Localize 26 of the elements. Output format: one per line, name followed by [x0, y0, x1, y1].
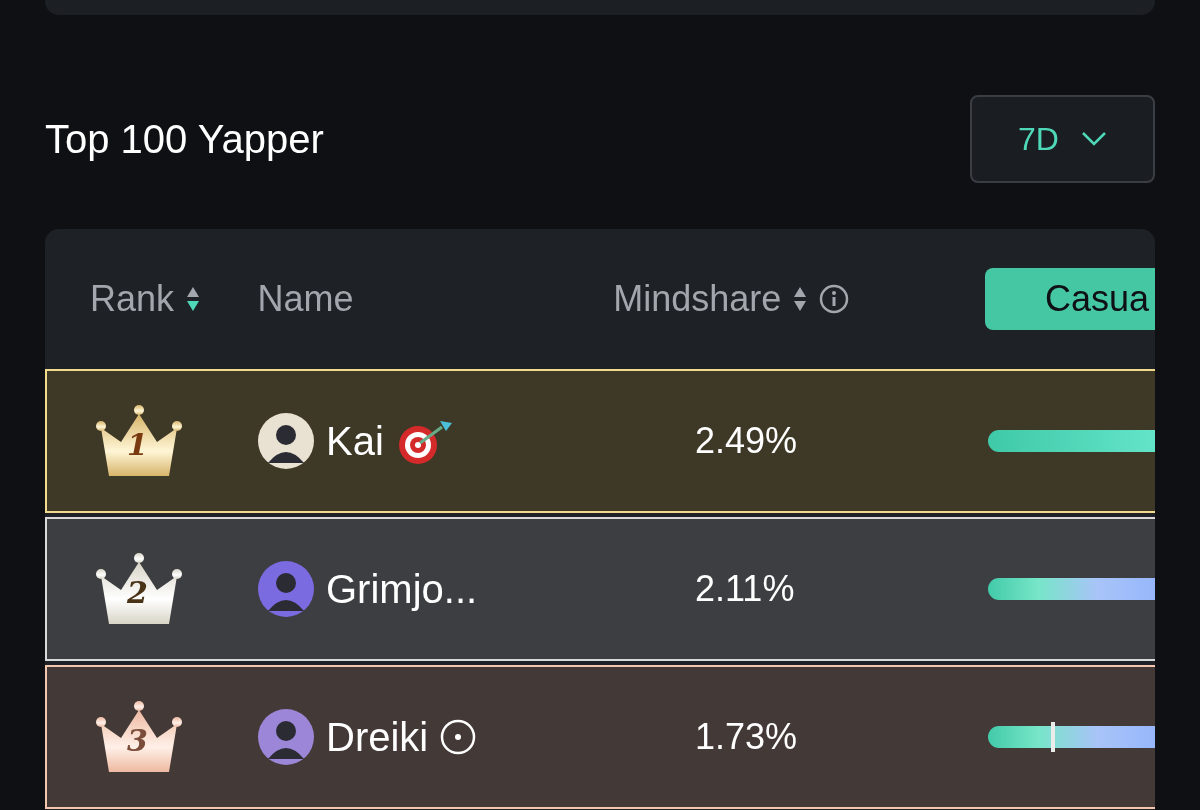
- user-name[interactable]: Dreiki: [326, 714, 429, 760]
- leaderboard-row[interactable]: 3 Dreiki 1.73%: [45, 665, 1155, 809]
- leaderboard-row[interactable]: 1 Kai 2.49%: [45, 369, 1155, 513]
- column-header[interactable]: Mindshare: [613, 278, 782, 320]
- chevron-down-icon: [1080, 131, 1107, 147]
- rank-number: 1: [127, 430, 148, 460]
- rank-number: 3: [127, 726, 148, 756]
- section-title: Top 100 Yapper: [45, 116, 324, 162]
- sort-icon[interactable]: [186, 286, 201, 312]
- user-name[interactable]: Grimjo...: [326, 566, 478, 612]
- rank-number: 2: [127, 578, 148, 608]
- crown-icon: [95, 404, 183, 478]
- crown-icon: [95, 552, 183, 626]
- crown-icon: [95, 700, 183, 774]
- mindshare-value: 1.73%: [695, 716, 798, 758]
- period-dropdown[interactable]: 7D: [970, 95, 1155, 183]
- column-header[interactable]: Rank: [90, 278, 175, 320]
- info-icon[interactable]: [819, 284, 850, 314]
- leaderboard-row[interactable]: 2 Grimjo... 2.11%: [45, 517, 1155, 661]
- column-header[interactable]: Name: [257, 278, 354, 320]
- mindshare-value: 2.11%: [695, 568, 795, 610]
- user-name[interactable]: Kai: [326, 418, 384, 464]
- mindshare-value: 2.49%: [695, 420, 798, 462]
- casual-button[interactable]: Casua: [984, 268, 1155, 330]
- dot-circle-icon: [440, 719, 477, 755]
- sort-icon[interactable]: [793, 286, 808, 312]
